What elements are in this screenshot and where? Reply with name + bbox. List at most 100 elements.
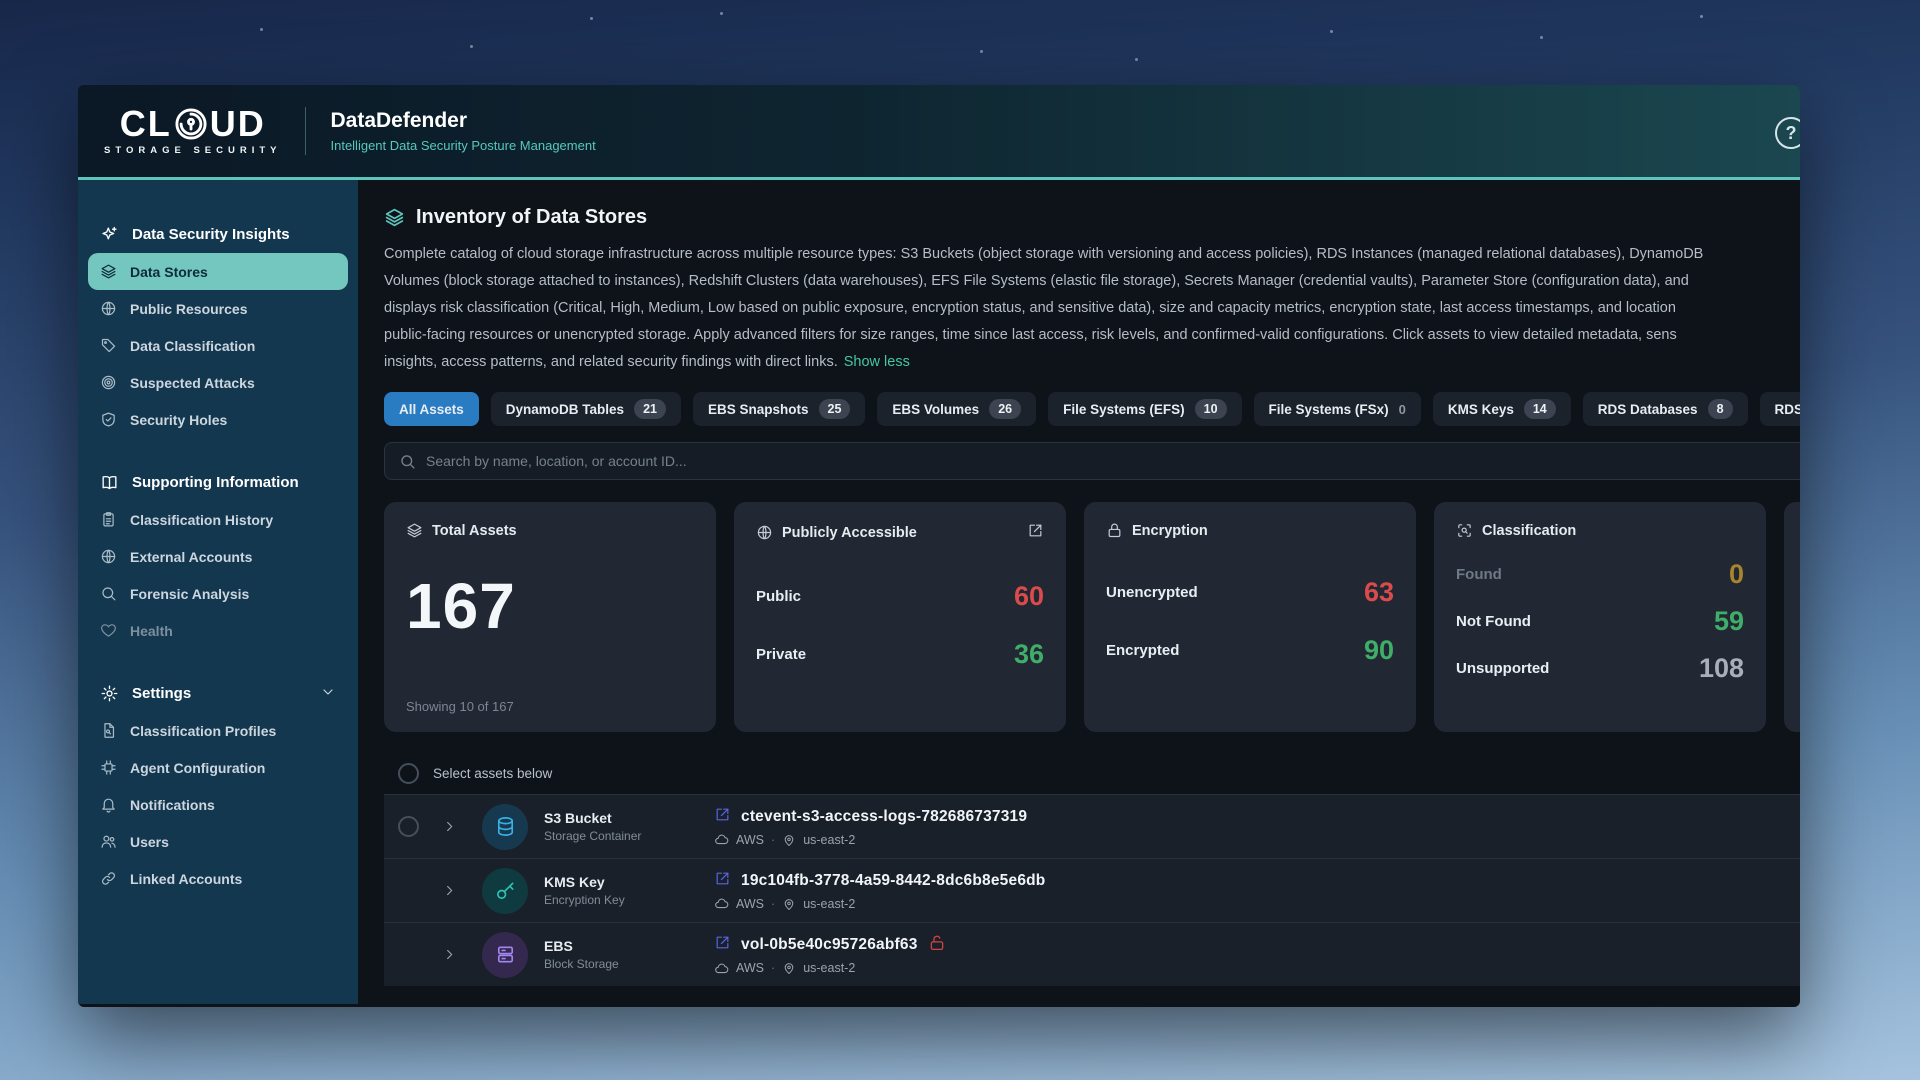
chevron-right-icon xyxy=(442,819,457,834)
database-icon xyxy=(494,815,517,838)
sidebar-item-agent-configuration[interactable]: Agent Configuration xyxy=(88,749,348,786)
select-all-checkbox[interactable] xyxy=(398,763,419,784)
sidebar-item-health[interactable]: Health xyxy=(88,612,348,649)
expand-row-button[interactable] xyxy=(442,819,482,834)
tab-dynamodb-tables[interactable]: DynamoDB Tables 21 xyxy=(491,392,681,426)
chip-icon xyxy=(100,759,117,776)
search-input[interactable] xyxy=(426,453,1800,469)
sidebar-item-suspected-attacks[interactable]: Suspected Attacks xyxy=(88,364,348,401)
users-icon xyxy=(100,833,117,850)
target-icon xyxy=(100,374,117,391)
logo-text: UD xyxy=(210,106,266,142)
sidebar-item-security-holes[interactable]: Security Holes xyxy=(88,401,348,438)
header-divider xyxy=(305,107,306,155)
open-asset-link[interactable] xyxy=(714,806,731,828)
stat-row: Public 60 xyxy=(756,579,1044,613)
external-link-icon[interactable] xyxy=(1027,522,1044,543)
sidebar-item-label: Data Classification xyxy=(130,338,255,354)
sidebar-item-data-stores[interactable]: Data Stores xyxy=(88,253,348,290)
sidebar-section-data-security-insights[interactable]: Data Security Insights xyxy=(88,216,348,253)
asset-meta: AWS · us-east-2 xyxy=(714,896,1045,911)
asset-name[interactable]: vol-0b5e40c95726abf63 xyxy=(741,936,918,954)
asset-meta: AWS · us-east-2 xyxy=(714,832,1027,847)
asset-name[interactable]: 19c104fb-3778-4a59-8442-8dc6b8e5e6db xyxy=(741,872,1045,890)
sidebar-item-data-classification[interactable]: Data Classification xyxy=(88,327,348,364)
asset-row-s3-bucket[interactable]: S3 Bucket Storage Container ctevent-s3-a… xyxy=(384,794,1800,858)
help-button[interactable]: ? xyxy=(1775,117,1800,149)
tab-file-systems-efs-[interactable]: File Systems (EFS) 10 xyxy=(1048,392,1241,426)
total-assets-footer: Showing 10 of 167 xyxy=(406,699,514,714)
tab-file-systems-fsx-[interactable]: File Systems (FSx) 0 xyxy=(1254,392,1421,426)
sidebar-item-forensic-analysis[interactable]: Forensic Analysis xyxy=(88,575,348,612)
meta-separator: · xyxy=(771,961,775,975)
logo-wordmark: CL UD xyxy=(120,106,266,142)
tab-label: RDS Snapshots xyxy=(1775,402,1800,417)
description-line: public-facing resources or unencrypted s… xyxy=(384,322,1703,349)
expand-row-button[interactable] xyxy=(442,947,482,962)
asset-type: KMS Key xyxy=(544,874,714,890)
sidebar-item-external-accounts[interactable]: External Accounts xyxy=(88,538,348,575)
sidebar-item-linked-accounts[interactable]: Linked Accounts xyxy=(88,860,348,897)
stat-card-header: Encryption xyxy=(1106,522,1394,539)
asset-row-ebs[interactable]: EBS Block Storage vol-0b5e40c95726abf63 … xyxy=(384,922,1800,986)
stat-card-publicly-accessible: Publicly Accessible Public 60 Private 36 xyxy=(734,502,1066,732)
asset-type-tabs: All Assets DynamoDB Tables 21 EBS Snapsh… xyxy=(384,392,1800,426)
sidebar-item-label: Health xyxy=(130,623,173,639)
region-label: us-east-2 xyxy=(803,897,855,911)
asset-subtype: Encryption Key xyxy=(544,893,714,907)
page-title: Inventory of Data Stores xyxy=(416,206,647,229)
sidebar-item-classification-history[interactable]: Classification History xyxy=(88,501,348,538)
tab-ebs-snapshots[interactable]: EBS Snapshots 25 xyxy=(693,392,865,426)
tab-label: DynamoDB Tables xyxy=(506,402,624,417)
stat-card-header: Total Assets xyxy=(406,522,694,539)
asset-type-block: KMS Key Encryption Key xyxy=(544,874,714,907)
tab-rds-databases[interactable]: RDS Databases 8 xyxy=(1583,392,1748,426)
tab-all-assets[interactable]: All Assets xyxy=(384,392,479,426)
asset-type-block: EBS Block Storage xyxy=(544,938,714,971)
asset-row-kms-key[interactable]: KMS Key Encryption Key 19c104fb-3778-4a5… xyxy=(384,858,1800,922)
tab-label: File Systems (FSx) xyxy=(1269,402,1389,417)
stat-row-label: Found xyxy=(1456,566,1502,583)
asset-meta: AWS · us-east-2 xyxy=(714,961,946,976)
heart-icon xyxy=(100,622,117,639)
search-bar xyxy=(384,442,1800,480)
sidebar-section: Supporting Information Classification Hi… xyxy=(88,464,348,649)
stat-cards: Total Assets 167 Showing 10 of 167 Publi… xyxy=(384,502,1800,732)
asset-type: EBS xyxy=(544,938,714,954)
show-less-link[interactable]: Show less xyxy=(844,354,910,370)
sidebar-item-public-resources[interactable]: Public Resources xyxy=(88,290,348,327)
sidebar-item-label: Agent Configuration xyxy=(130,760,265,776)
globe-icon xyxy=(756,524,773,541)
sidebar-item-users[interactable]: Users xyxy=(88,823,348,860)
tab-kms-keys[interactable]: KMS Keys 14 xyxy=(1433,392,1571,426)
sidebar-section-label: Data Security Insights xyxy=(132,226,290,243)
sidebar-item-label: Public Resources xyxy=(130,301,248,317)
unlock-icon xyxy=(928,934,946,952)
stat-row: Encrypted 90 xyxy=(1106,633,1394,667)
external-link-icon xyxy=(714,934,731,951)
tab-ebs-volumes[interactable]: EBS Volumes 26 xyxy=(877,392,1036,426)
cloud-provider-icon xyxy=(714,961,729,976)
open-asset-link[interactable] xyxy=(714,934,731,956)
stat-card-header: Publicly Accessible xyxy=(756,522,1044,543)
sparkles-icon xyxy=(100,225,119,244)
stat-card-total-assets: Total Assets 167 Showing 10 of 167 xyxy=(384,502,716,732)
main-content: Inventory of Data Stores Complete catalo… xyxy=(358,180,1800,1004)
sidebar-item-notifications[interactable]: Notifications xyxy=(88,786,348,823)
sidebar-section-settings[interactable]: Settings xyxy=(88,675,348,712)
tab-count-badge: 10 xyxy=(1195,399,1227,419)
asset-name[interactable]: ctevent-s3-access-logs-782686737319 xyxy=(741,808,1027,826)
row-checkbox[interactable] xyxy=(398,816,419,837)
app-tagline: Intelligent Data Security Posture Manage… xyxy=(330,138,595,153)
logo-text: CL xyxy=(120,106,172,142)
provider-label: AWS xyxy=(736,897,764,911)
sidebar-section-supporting-information[interactable]: Supporting Information xyxy=(88,464,348,501)
expand-row-button[interactable] xyxy=(442,883,482,898)
description-line: displays risk classification (Critical, … xyxy=(384,295,1703,322)
tab-rds-snapshots[interactable]: RDS Snapshots xyxy=(1760,392,1800,426)
open-asset-link[interactable] xyxy=(714,870,731,892)
sidebar-item-classification-profiles[interactable]: Classification Profiles xyxy=(88,712,348,749)
globe-icon xyxy=(100,300,117,317)
tab-count-badge: 25 xyxy=(819,399,851,419)
stat-row-label: Encrypted xyxy=(1106,642,1179,659)
